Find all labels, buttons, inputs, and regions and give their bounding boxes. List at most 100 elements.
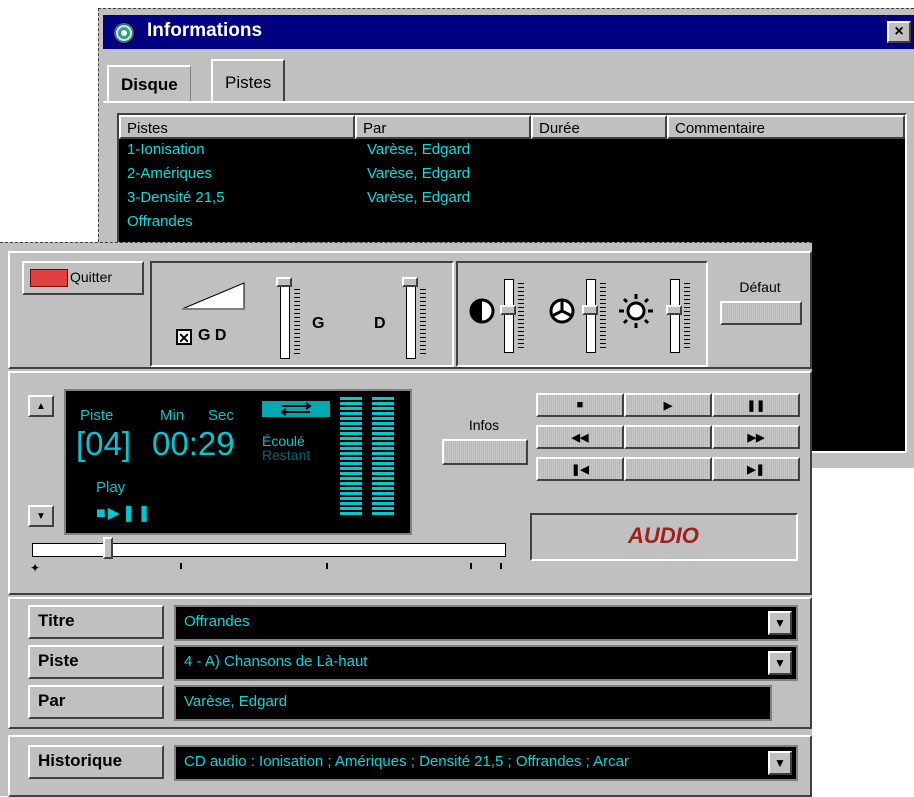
track-name: 3-Densité 21,5 bbox=[127, 189, 225, 206]
left-channel-label: G bbox=[312, 315, 325, 332]
lcd-min-label: Min bbox=[160, 407, 185, 424]
volume-group: ✕ G D G D bbox=[150, 261, 454, 367]
titre-select[interactable]: Offrandes ▼ bbox=[174, 605, 798, 641]
list-item[interactable]: 2-Amériques Varèse, Edgard bbox=[119, 163, 905, 187]
audio-logo-panel: AUDIO bbox=[530, 513, 798, 561]
repeat-icon bbox=[262, 401, 330, 417]
lcd-stop-play-pause-icons: ■▶❚❚ bbox=[96, 505, 153, 522]
track-artist: Varèse, Edgard bbox=[367, 141, 471, 158]
par-label: Par bbox=[28, 685, 164, 719]
audio-logo: AUDIO bbox=[628, 523, 699, 548]
rewind-button[interactable]: ◀◀ bbox=[536, 425, 624, 449]
contrast-icon bbox=[469, 298, 495, 324]
right-channel-label: D bbox=[374, 315, 386, 332]
lcd-remaining-label: Restant bbox=[262, 447, 311, 463]
eject-button[interactable] bbox=[624, 457, 712, 481]
infos-label: Infos bbox=[468, 417, 500, 433]
contrast-ticks bbox=[518, 283, 524, 349]
left-volume-ticks bbox=[294, 289, 300, 355]
brightness-ticks bbox=[684, 283, 690, 349]
lcd-piste-label: Piste bbox=[80, 407, 114, 424]
list-item[interactable]: 3-Densité 21,5 Varèse, Edgard bbox=[119, 187, 905, 211]
left-volume-thumb[interactable] bbox=[276, 277, 292, 287]
default-label: Défaut bbox=[739, 279, 781, 295]
brightness-slider[interactable] bbox=[670, 279, 680, 353]
list-item[interactable]: 1-Ionisation Varèse, Edgard bbox=[119, 139, 905, 163]
cd-icon bbox=[113, 22, 135, 44]
stop-button[interactable]: ■ bbox=[536, 393, 624, 417]
brightness-icon bbox=[619, 294, 653, 328]
transport-panel: ▲ ▼ Piste Min Sec [04] 00:29 Écoulé Rest… bbox=[8, 371, 812, 595]
quit-label: Quitter bbox=[70, 269, 113, 285]
titre-dropdown-chevron-icon[interactable]: ▼ bbox=[768, 611, 792, 635]
track-marker bbox=[470, 563, 472, 569]
infos-button[interactable] bbox=[442, 439, 528, 465]
piste-value: 4 - A) Chansons de Là-haut bbox=[184, 653, 368, 670]
color-thumb[interactable] bbox=[582, 305, 598, 315]
level-meter-right bbox=[372, 397, 394, 515]
pause-button[interactable]: ❚❚ bbox=[712, 393, 800, 417]
mixer-panel: Quitter ✕ G D G D Défaut bbox=[8, 251, 812, 369]
titre-label: Titre bbox=[28, 605, 164, 639]
fields-panel: Titre Offrandes ▼ Piste 4 - A) Chansons … bbox=[8, 597, 812, 729]
column-header-pistes[interactable]: Pistes bbox=[119, 115, 355, 139]
contrast-thumb[interactable] bbox=[500, 305, 516, 315]
display-adjust-group bbox=[456, 261, 708, 367]
previous-track-button[interactable]: ❚◀ bbox=[536, 457, 624, 481]
tab-disque[interactable]: Disque bbox=[107, 65, 191, 101]
play-button[interactable]: ▶ bbox=[624, 393, 712, 417]
quit-button[interactable]: Quitter bbox=[22, 261, 144, 295]
tab-pistes[interactable]: Pistes bbox=[211, 59, 286, 101]
right-volume-ticks bbox=[420, 289, 426, 355]
balance-checkbox[interactable]: ✕ bbox=[176, 329, 192, 345]
track-marker bbox=[180, 563, 182, 569]
par-field[interactable]: Varèse, Edgard bbox=[174, 685, 772, 721]
track-marker bbox=[326, 563, 328, 569]
quit-indicator-icon bbox=[30, 269, 68, 287]
track-marker bbox=[500, 563, 502, 569]
seek-bar-button[interactable] bbox=[624, 425, 712, 449]
historique-select[interactable]: CD audio : Ionisation ; Amériques ; Dens… bbox=[174, 745, 798, 781]
brightness-thumb[interactable] bbox=[666, 305, 682, 315]
balance-label: G D bbox=[198, 327, 227, 344]
lcd-sec-label: Sec bbox=[208, 407, 234, 424]
right-volume-slider[interactable] bbox=[406, 285, 416, 359]
track-start-marker-icon: ✦ bbox=[30, 561, 41, 575]
progress-thumb[interactable] bbox=[102, 537, 113, 559]
color-ticks bbox=[600, 283, 606, 349]
right-volume-thumb[interactable] bbox=[402, 277, 418, 287]
fast-forward-button[interactable]: ▶▶ bbox=[712, 425, 800, 449]
history-panel: Historique CD audio : Ionisation ; Améri… bbox=[8, 735, 812, 797]
track-name: Offrandes bbox=[127, 213, 193, 230]
close-button[interactable]: × bbox=[887, 21, 911, 43]
color-slider[interactable] bbox=[586, 279, 596, 353]
level-meter-left bbox=[340, 397, 362, 515]
historique-dropdown-chevron-icon[interactable]: ▼ bbox=[768, 751, 792, 775]
column-header-commentaire[interactable]: Commentaire bbox=[667, 115, 905, 139]
default-button[interactable] bbox=[720, 301, 802, 325]
titre-value: Offrandes bbox=[184, 613, 250, 630]
next-track-button[interactable]: ▶❚ bbox=[712, 457, 800, 481]
piste-select[interactable]: 4 - A) Chansons de Là-haut ▼ bbox=[174, 645, 798, 681]
scroll-down-button[interactable]: ▼ bbox=[28, 505, 54, 527]
piste-label: Piste bbox=[28, 645, 164, 679]
column-header-par[interactable]: Par bbox=[355, 115, 531, 139]
contrast-slider[interactable] bbox=[504, 279, 514, 353]
volume-ramp-icon bbox=[181, 282, 245, 310]
window-title: Informations bbox=[147, 20, 263, 41]
scroll-up-button[interactable]: ▲ bbox=[28, 395, 54, 417]
lcd-track-number: [04] bbox=[76, 425, 132, 462]
historique-value: CD audio : Ionisation ; Amériques ; Dens… bbox=[184, 753, 629, 770]
lcd-display: Piste Min Sec [04] 00:29 Écoulé Restant … bbox=[64, 389, 412, 535]
lcd-time: 00:29 bbox=[152, 425, 235, 462]
title-bar: Informations × bbox=[103, 15, 914, 49]
left-volume-slider[interactable] bbox=[280, 285, 290, 359]
cd-player: Quitter ✕ G D G D Défaut ▲ ▼ Piste Min S… bbox=[0, 242, 812, 797]
color-icon bbox=[549, 298, 575, 324]
track-artist: Varèse, Edgard bbox=[367, 189, 471, 206]
tab-divider bbox=[103, 101, 914, 103]
column-header-duree[interactable]: Durée bbox=[531, 115, 667, 139]
track-artist: Varèse, Edgard bbox=[367, 165, 471, 182]
list-item[interactable]: Offrandes bbox=[119, 211, 905, 235]
piste-dropdown-chevron-icon[interactable]: ▼ bbox=[768, 651, 792, 675]
